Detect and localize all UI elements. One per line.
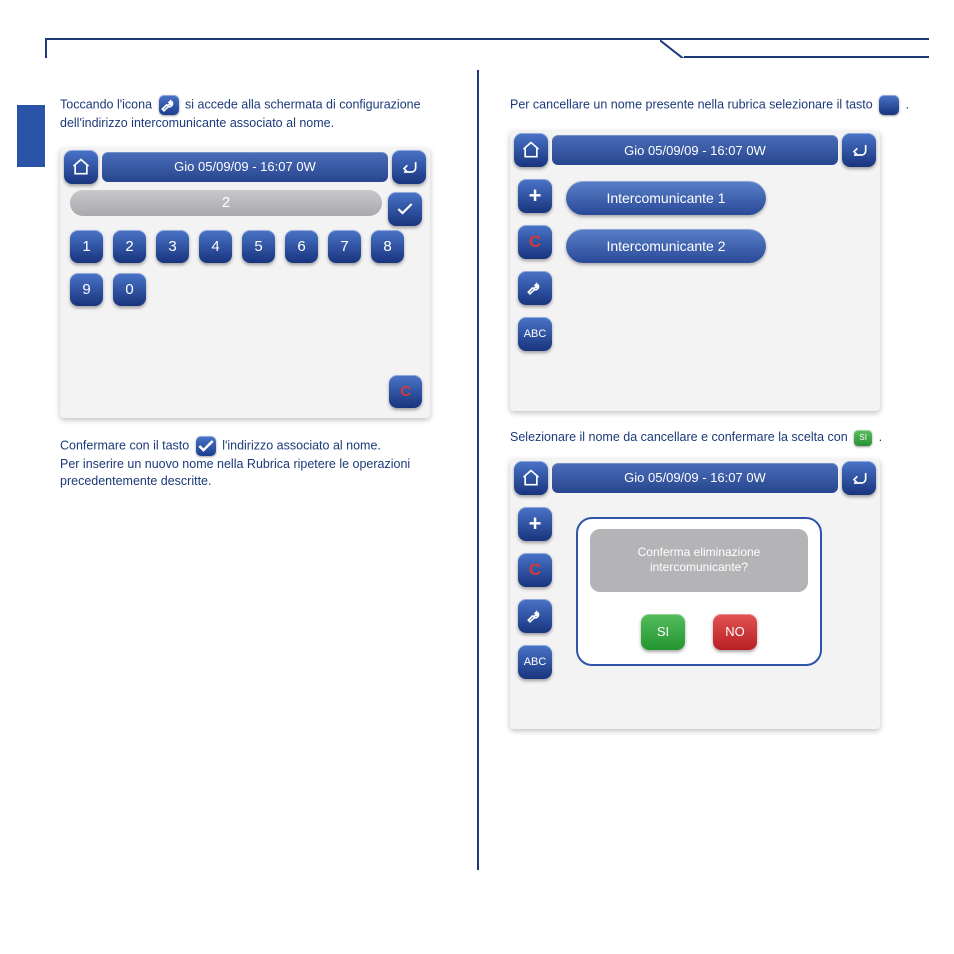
abc-button[interactable]: ABC xyxy=(518,317,552,351)
delete-button[interactable]: C xyxy=(518,225,552,259)
screen-title: Gio 05/09/09 - 16:07 0W xyxy=(552,463,838,493)
key-9[interactable]: 9 xyxy=(70,273,103,306)
left-below-text: Confermare con il tasto l'indirizzo asso… xyxy=(60,436,470,491)
back-button[interactable] xyxy=(842,461,876,495)
address-input[interactable]: 2 xyxy=(70,190,382,216)
clear-icon: C xyxy=(529,232,541,252)
settings-button[interactable] xyxy=(518,599,552,633)
column-divider xyxy=(477,70,479,870)
add-button[interactable]: + xyxy=(518,179,552,213)
key-7[interactable]: 7 xyxy=(328,230,361,263)
key-3[interactable]: 3 xyxy=(156,230,189,263)
key-0[interactable]: 0 xyxy=(113,273,146,306)
intercom-list-screen: Gio 05/09/09 - 16:07 0W + C ABC Intercom… xyxy=(510,131,880,411)
abc-label: ABC xyxy=(524,656,547,668)
intercom-item-1[interactable]: Intercomunicante 1 xyxy=(566,181,766,215)
delete-button[interactable]: C xyxy=(518,553,552,587)
text: Toccando l'icona xyxy=(60,97,156,111)
home-button[interactable] xyxy=(514,133,548,167)
keypad-screen: Gio 05/09/09 - 16:07 0W 2 1 2 3 4 5 6 7 … xyxy=(60,148,430,418)
text: Confermare con il tasto xyxy=(60,438,193,452)
key-5[interactable]: 5 xyxy=(242,230,275,263)
page-frame-left-edge xyxy=(45,38,929,58)
key-1[interactable]: 1 xyxy=(70,230,103,263)
back-button[interactable] xyxy=(842,133,876,167)
keypad: 1 2 3 4 5 6 7 8 9 0 xyxy=(60,224,430,306)
confirm-dialog: Conferma eliminazione intercomunicante? … xyxy=(576,517,822,666)
plus-icon: + xyxy=(529,183,542,209)
key-8[interactable]: 8 xyxy=(371,230,404,263)
home-button[interactable] xyxy=(64,150,98,184)
intercom-item-2[interactable]: Intercomunicante 2 xyxy=(566,229,766,263)
add-button[interactable]: + xyxy=(518,507,552,541)
dialog-yes-button[interactable]: SI xyxy=(641,614,685,650)
text: Selezionare il nome da cancellare e conf… xyxy=(510,430,851,444)
key-6[interactable]: 6 xyxy=(285,230,318,263)
abc-label: ABC xyxy=(524,328,547,340)
key-2[interactable]: 2 xyxy=(113,230,146,263)
delete-mode-icon xyxy=(879,95,899,115)
si-icon: SI xyxy=(854,430,872,446)
dialog-no-button[interactable]: NO xyxy=(713,614,757,650)
home-button[interactable] xyxy=(514,461,548,495)
abc-button[interactable]: ABC xyxy=(518,645,552,679)
settings-button[interactable] xyxy=(518,271,552,305)
right-intro-text: Per cancellare un nome presente nella ru… xyxy=(510,95,920,115)
text: . xyxy=(906,97,909,111)
screen-title: Gio 05/09/09 - 16:07 0W xyxy=(102,152,388,182)
back-button[interactable] xyxy=(392,150,426,184)
text: Per cancellare un nome presente nella ru… xyxy=(510,97,876,111)
clear-icon: C xyxy=(529,560,541,580)
text: . xyxy=(879,430,882,444)
key-4[interactable]: 4 xyxy=(199,230,232,263)
left-intro-text: Toccando l'icona si accede alla schermat… xyxy=(60,95,470,132)
clear-key[interactable]: C xyxy=(389,375,422,408)
check-icon xyxy=(196,436,216,456)
screen-title: Gio 05/09/09 - 16:07 0W xyxy=(552,135,838,165)
plus-icon: + xyxy=(529,511,542,537)
wrench-icon xyxy=(159,95,179,115)
confirm-dialog-screen: Gio 05/09/09 - 16:07 0W + C ABC Conferma… xyxy=(510,459,880,729)
page-side-tab xyxy=(17,105,45,167)
confirm-button[interactable] xyxy=(388,192,422,226)
dialog-message: Conferma eliminazione intercomunicante? xyxy=(590,529,808,592)
right-para2: Selezionare il nome da cancellare e conf… xyxy=(510,429,920,447)
